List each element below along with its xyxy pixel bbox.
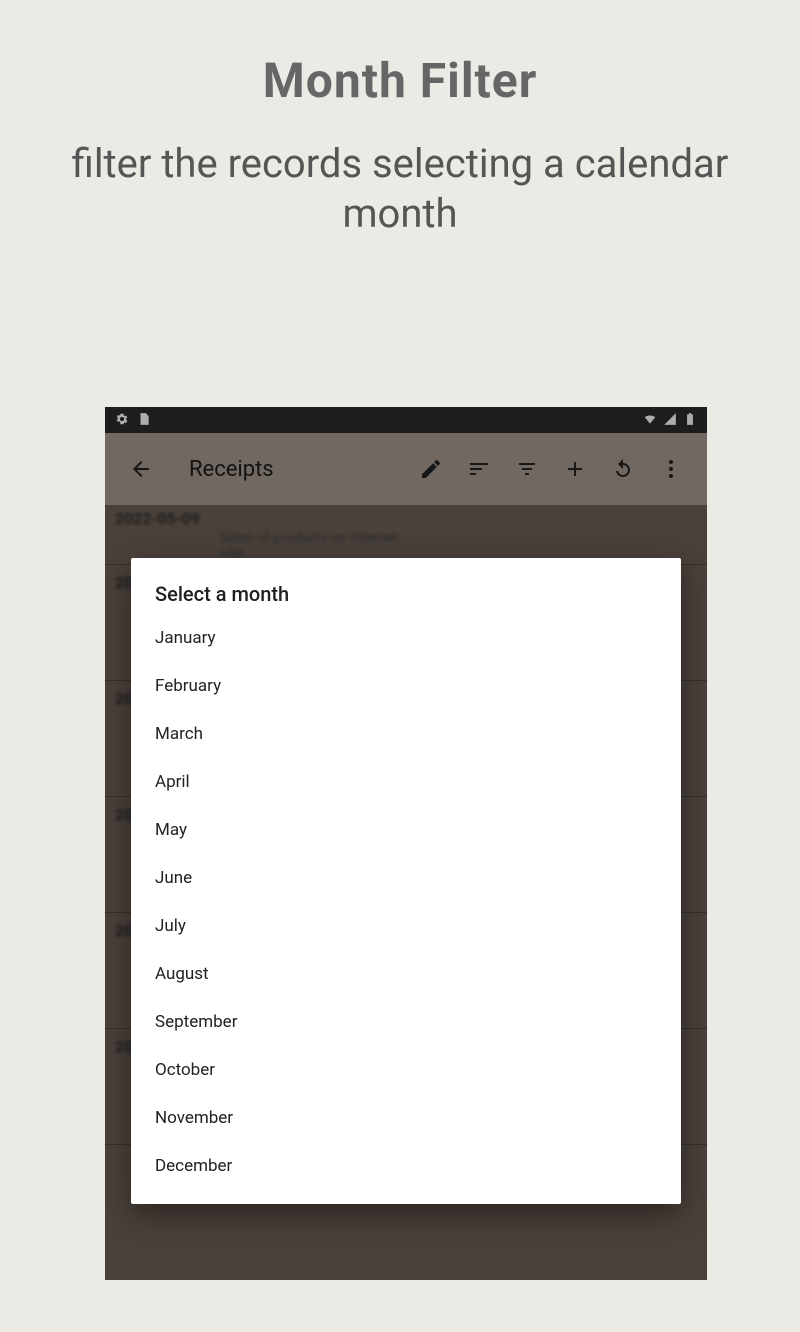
month-option-january[interactable]: January bbox=[131, 614, 681, 662]
list-item[interactable]: 2022-05-09 Sales of products on internet… bbox=[105, 505, 707, 565]
add-icon[interactable] bbox=[551, 445, 599, 493]
filter-icon[interactable] bbox=[503, 445, 551, 493]
promo-title: Month Filter bbox=[0, 52, 800, 109]
app-bar: Receipts bbox=[105, 433, 707, 505]
status-bar bbox=[105, 407, 707, 433]
document-icon bbox=[137, 411, 151, 430]
gear-icon bbox=[115, 411, 129, 430]
month-option-december[interactable]: December bbox=[131, 1142, 681, 1190]
month-option-november[interactable]: November bbox=[131, 1094, 681, 1142]
month-option-february[interactable]: February bbox=[131, 662, 681, 710]
wifi-icon bbox=[643, 411, 657, 430]
month-option-september[interactable]: September bbox=[131, 998, 681, 1046]
dialog-title: Select a month bbox=[131, 576, 681, 614]
battery-icon bbox=[683, 411, 697, 430]
promo-subtitle: filter the records selecting a calendar … bbox=[0, 139, 800, 239]
month-option-april[interactable]: April bbox=[131, 758, 681, 806]
refresh-icon[interactable] bbox=[599, 445, 647, 493]
month-option-march[interactable]: March bbox=[131, 710, 681, 758]
sort-icon[interactable] bbox=[455, 445, 503, 493]
month-option-july[interactable]: July bbox=[131, 902, 681, 950]
month-option-october[interactable]: October bbox=[131, 1046, 681, 1094]
month-dialog: Select a month January February March Ap… bbox=[131, 558, 681, 1204]
month-option-may[interactable]: May bbox=[131, 806, 681, 854]
row-desc: Sales of products on internet bbox=[219, 530, 697, 546]
app-title: Receipts bbox=[189, 457, 274, 482]
row-date: 2022-05-09 bbox=[115, 509, 697, 528]
more-icon[interactable] bbox=[647, 445, 695, 493]
month-option-august[interactable]: August bbox=[131, 950, 681, 998]
month-option-june[interactable]: June bbox=[131, 854, 681, 902]
phone-frame: Receipts 2022-05-09 Sales of bbox=[105, 407, 707, 1280]
signal-icon bbox=[663, 411, 677, 430]
edit-icon[interactable] bbox=[407, 445, 455, 493]
back-icon[interactable] bbox=[117, 445, 165, 493]
